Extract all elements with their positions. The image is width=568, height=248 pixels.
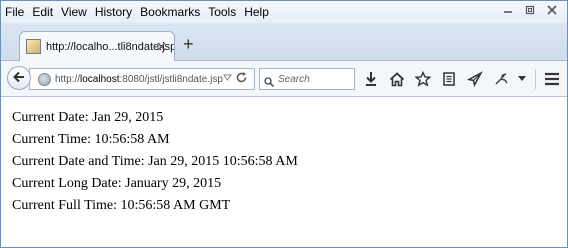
tab-strip: http://localho...tli8ndate.jsp + [1,23,567,61]
menu-bar: File Edit View History Bookmarks Tools H… [1,1,567,23]
toolbar-separator [535,69,536,89]
url-bar[interactable]: http://localhost:8080/jstl/jstli8ndate.j… [29,68,255,90]
menu-help[interactable]: Help [244,5,269,19]
url-dropdown-icon[interactable] [223,73,232,84]
search-icon [264,74,275,88]
window-controls [501,3,559,17]
back-button[interactable] [7,66,31,90]
current-long-date-line: Current Long Date: January 29, 2015 [12,176,222,191]
arrow-left-icon [12,70,26,87]
globe-icon [38,72,51,86]
reload-icon[interactable] [235,71,248,87]
hamburger-menu-icon[interactable] [542,69,562,89]
page-content: Current Date: Jan 29, 2015 Current Time:… [1,97,567,247]
puzzle-icon[interactable] [491,69,511,89]
tab-active[interactable]: http://localho...tli8ndate.jsp [19,31,175,61]
menu-file[interactable]: File [5,5,24,19]
search-input[interactable] [278,73,348,85]
favicon-icon [26,39,41,54]
url-text: http://localhost:8080/jstl/jstli8ndate.j… [55,74,223,85]
url-path: :8080/jstl/jstli8ndate.jsp [119,73,223,85]
minimize-icon[interactable] [501,3,515,17]
tab-close-icon[interactable] [157,40,166,54]
star-icon[interactable] [413,69,433,89]
menu-bookmarks[interactable]: Bookmarks [140,5,200,19]
url-host: localhost [80,73,120,85]
current-date-line: Current Date: Jan 29, 2015 [12,110,164,125]
tab-title: http://localho...tli8ndate.jsp [46,40,174,53]
reading-list-icon[interactable] [439,69,459,89]
paper-plane-icon[interactable] [465,69,485,89]
download-icon[interactable] [361,69,381,89]
search-bar[interactable] [259,68,355,90]
home-icon[interactable] [387,69,407,89]
menu-tools[interactable]: Tools [208,5,236,19]
current-full-time-line: Current Full Time: 10:56:58 AM GMT [12,198,231,213]
menu-view[interactable]: View [61,5,87,19]
navigation-bar: http://localhost:8080/jstl/jstli8ndate.j… [1,61,567,97]
menu-history[interactable]: History [95,5,132,19]
url-prefix: http:// [55,73,81,85]
current-time-line: Current Time: 10:56:58 AM [12,132,170,147]
menu-edit[interactable]: Edit [32,5,53,19]
toolbar-icons [361,69,567,89]
new-tab-button[interactable]: + [183,35,194,53]
current-date-time-line: Current Date and Time: Jan 29, 2015 10:5… [12,154,298,169]
chevron-down-icon[interactable] [517,69,527,89]
close-window-icon[interactable] [545,3,559,17]
restore-icon[interactable] [523,3,537,17]
browser-window: File Edit View History Bookmarks Tools H… [0,0,568,248]
